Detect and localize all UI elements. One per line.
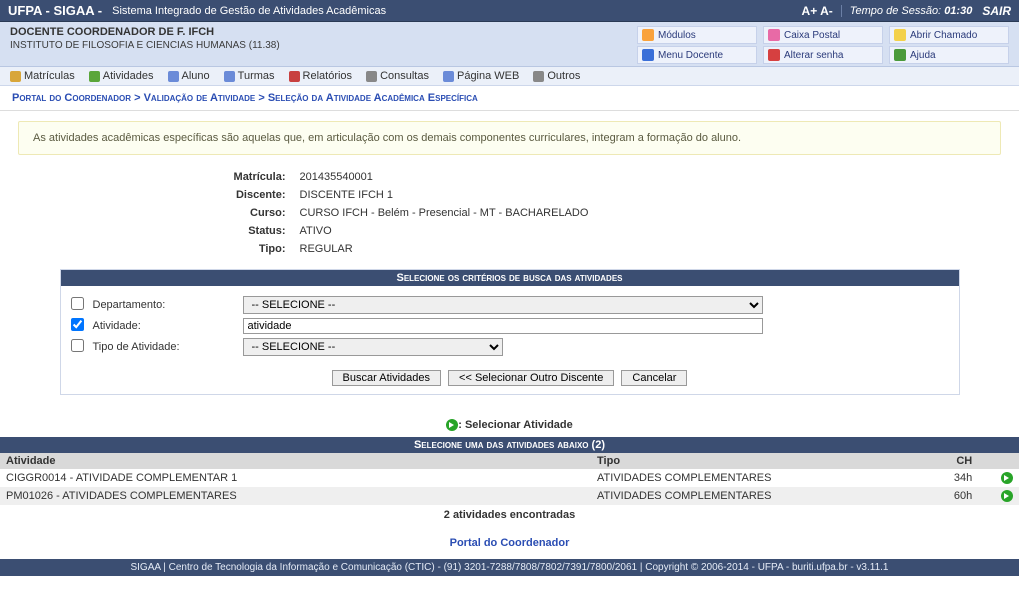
mail-icon	[768, 29, 780, 41]
select-activity-icon	[446, 419, 458, 431]
matriculas-icon	[10, 71, 21, 82]
legend: : Selecionar Atividade	[0, 419, 1019, 431]
footer: SIGAA | Centro de Tecnologia da Informaç…	[0, 559, 1019, 576]
web-icon	[443, 71, 454, 82]
status-value: ATIVO	[294, 223, 958, 239]
results-panel-title: Selecione uma das atividades abaixo (2)	[0, 437, 1019, 453]
menu-outros[interactable]: Outros	[533, 70, 580, 82]
session-time: 01:30	[944, 5, 972, 17]
teacher-menu-link[interactable]: Menu Docente	[637, 46, 757, 64]
tipoatividade-label: Tipo de Atividade:	[93, 341, 243, 353]
departamento-select[interactable]: -- SELECIONE --	[243, 296, 763, 314]
row-ch: 34h	[917, 469, 978, 487]
menubar: Matrículas Atividades Aluno Turmas Relat…	[0, 67, 1019, 86]
atividade-input[interactable]	[243, 318, 763, 334]
row-tipo: ATIVIDADES COMPLEMENTARES	[591, 487, 917, 505]
atividades-icon	[89, 71, 100, 82]
select-row-icon[interactable]	[1001, 472, 1013, 484]
filter-panel: Selecione os critérios de busca das ativ…	[60, 269, 960, 395]
font-increase-button[interactable]: A+	[802, 4, 818, 18]
results-count: 2 atividades encontradas	[0, 505, 1019, 525]
open-ticket-link[interactable]: Abrir Chamado	[889, 26, 1009, 44]
ticket-icon	[894, 29, 906, 41]
tipo-value: REGULAR	[294, 241, 958, 257]
breadcrumb-a[interactable]: Portal do Coordenador	[12, 92, 131, 104]
help-link[interactable]: Ajuda	[889, 46, 1009, 64]
select-row-icon[interactable]	[1001, 490, 1013, 502]
curso-value: CURSO IFCH - Belém - Presencial - MT - B…	[294, 205, 958, 221]
menu-atividades[interactable]: Atividades	[89, 70, 154, 82]
modules-link[interactable]: Módulos	[637, 26, 757, 44]
breadcrumb: Portal do Coordenador > Validação de Ati…	[0, 86, 1019, 111]
topbar: UFPA - SIGAA - Sistema Integrado de Gest…	[0, 0, 1019, 22]
table-row: PM01026 - ATIVIDADES COMPLEMENTARESATIVI…	[0, 487, 1019, 505]
col-atividade: Atividade	[0, 453, 591, 469]
menu-consultas[interactable]: Consultas	[366, 70, 429, 82]
session-label: Tempo de Sessão:	[850, 5, 941, 17]
departamento-label: Departamento:	[93, 299, 243, 311]
modules-icon	[642, 29, 654, 41]
app-long: Sistema Integrado de Gestão de Atividade…	[112, 5, 386, 17]
table-row: CIGGR0014 - ATIVIDADE COMPLEMENTAR 1ATIV…	[0, 469, 1019, 487]
userbar: DOCENTE COORDENADOR DE F. IFCH INSTITUTO…	[0, 22, 1019, 67]
menu-turmas[interactable]: Turmas	[224, 70, 275, 82]
menu-aluno[interactable]: Aluno	[168, 70, 210, 82]
buscar-button[interactable]: Buscar Atividades	[332, 370, 441, 386]
row-atividade: PM01026 - ATIVIDADES COMPLEMENTARES	[0, 487, 591, 505]
breadcrumb-b[interactable]: Validação de Atividade	[144, 92, 256, 104]
menu-pagina-web[interactable]: Página WEB	[443, 70, 519, 82]
results-panel: Selecione uma das atividades abaixo (2) …	[0, 437, 1019, 525]
col-tipo: Tipo	[591, 453, 917, 469]
logout-button[interactable]: SAIR	[982, 4, 1011, 18]
col-ch: CH	[917, 453, 978, 469]
student-details: Matrícula:201435540001 Discente:DISCENTE…	[60, 167, 960, 259]
matricula-value: 201435540001	[294, 169, 958, 185]
outros-icon	[533, 71, 544, 82]
filter-panel-title: Selecione os critérios de busca das ativ…	[61, 270, 959, 286]
help-icon	[894, 49, 906, 61]
info-box: As atividades acadêmicas específicas são…	[18, 121, 1001, 155]
turmas-icon	[224, 71, 235, 82]
tipoatividade-select[interactable]: -- SELECIONE --	[243, 338, 503, 356]
discente-value: DISCENTE IFCH 1	[294, 187, 958, 203]
relatorios-icon	[289, 71, 300, 82]
row-atividade: CIGGR0014 - ATIVIDADE COMPLEMENTAR 1	[0, 469, 591, 487]
tipoatividade-checkbox[interactable]	[71, 339, 84, 352]
font-decrease-button[interactable]: A-	[820, 4, 833, 18]
back-portal-link[interactable]: Portal do Coordenador	[450, 537, 570, 549]
app-short: UFPA - SIGAA -	[8, 3, 102, 18]
outro-discente-button[interactable]: << Selecionar Outro Discente	[448, 370, 614, 386]
mailbox-link[interactable]: Caixa Postal	[763, 26, 883, 44]
row-ch: 60h	[917, 487, 978, 505]
aluno-icon	[168, 71, 179, 82]
teacher-icon	[642, 49, 654, 61]
menu-relatorios[interactable]: Relatórios	[289, 70, 353, 82]
user-role: DOCENTE COORDENADOR DE F. IFCH	[10, 26, 637, 38]
change-password-link[interactable]: Alterar senha	[763, 46, 883, 64]
consultas-icon	[366, 71, 377, 82]
menu-matriculas[interactable]: Matrículas	[10, 70, 75, 82]
cancel-button[interactable]: Cancelar	[621, 370, 687, 386]
atividade-label: Atividade:	[93, 320, 243, 332]
password-icon	[768, 49, 780, 61]
results-table: Atividade Tipo CH CIGGR0014 - ATIVIDADE …	[0, 453, 1019, 505]
user-department: INSTITUTO DE FILOSOFIA E CIENCIAS HUMANA…	[10, 40, 637, 51]
atividade-checkbox[interactable]	[71, 318, 84, 331]
row-tipo: ATIVIDADES COMPLEMENTARES	[591, 469, 917, 487]
breadcrumb-c: Seleção da Atividade Acadêmica Específic…	[268, 92, 478, 104]
departamento-checkbox[interactable]	[71, 297, 84, 310]
